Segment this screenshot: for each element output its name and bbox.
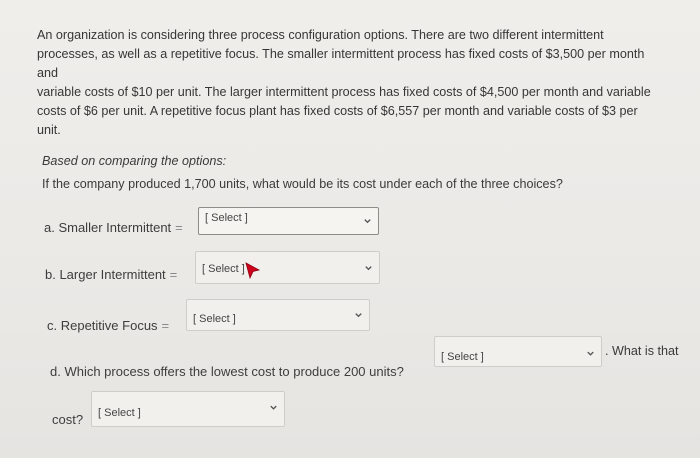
label-lowest-cost-question: d. Which process offers the lowest cost …: [50, 364, 404, 379]
problem-line: unit.: [37, 123, 61, 137]
problem-statement: An organization is considering three pro…: [37, 26, 665, 140]
select-text: [ Select ]: [98, 407, 141, 419]
select-text: [ Select ]: [205, 212, 248, 224]
problem-line: costs of $6 per unit. A repetitive focus…: [37, 104, 638, 118]
item-label: b. Larger Intermittent: [45, 267, 166, 282]
chevron-down-icon: [269, 403, 278, 412]
label-larger-intermittent: b. Larger Intermittent =: [45, 267, 181, 282]
chevron-down-icon: [363, 217, 372, 226]
equals-sign: =: [175, 220, 183, 235]
trailing-text: . What is that: [605, 344, 679, 358]
select-text: [ Select ]: [202, 263, 245, 275]
select-lowest-cost-process[interactable]: [ Select ]: [434, 336, 602, 367]
select-smaller-intermittent[interactable]: [ Select ]: [198, 207, 379, 235]
select-text: [ Select ]: [193, 313, 236, 325]
equals-sign: =: [161, 318, 170, 333]
question-text: If the company produced 1,700 units, wha…: [42, 177, 563, 191]
problem-line: processes, as well as a repetitive focus…: [37, 47, 645, 80]
select-larger-intermittent[interactable]: [ Select ]: [195, 251, 380, 284]
item-label: a. Smaller Intermittent: [44, 220, 172, 235]
equals-sign: =: [169, 267, 178, 282]
chevron-down-icon: [586, 349, 595, 358]
select-text: [ Select ]: [441, 351, 484, 363]
label-smaller-intermittent: a. Smaller Intermittent =: [44, 220, 187, 235]
item-label: d. Which process offers the lowest cost …: [50, 364, 404, 379]
select-lowest-cost-value[interactable]: [ Select ]: [91, 391, 285, 427]
label-repetitive-focus: c. Repetitive Focus =: [47, 318, 173, 333]
problem-line: An organization is considering three pro…: [37, 28, 604, 42]
mouse-pointer-icon: [245, 262, 261, 280]
page: An organization is considering three pro…: [0, 0, 700, 458]
item-label: c. Repetitive Focus: [47, 318, 158, 333]
label-cost: cost?: [52, 412, 83, 427]
chevron-down-icon: [354, 311, 363, 320]
select-repetitive-focus[interactable]: [ Select ]: [186, 299, 370, 331]
chevron-down-icon: [364, 263, 373, 272]
item-label: cost?: [52, 412, 84, 427]
problem-line: variable costs of $10 per unit. The larg…: [37, 85, 651, 99]
subheading: Based on comparing the options:: [42, 154, 227, 168]
